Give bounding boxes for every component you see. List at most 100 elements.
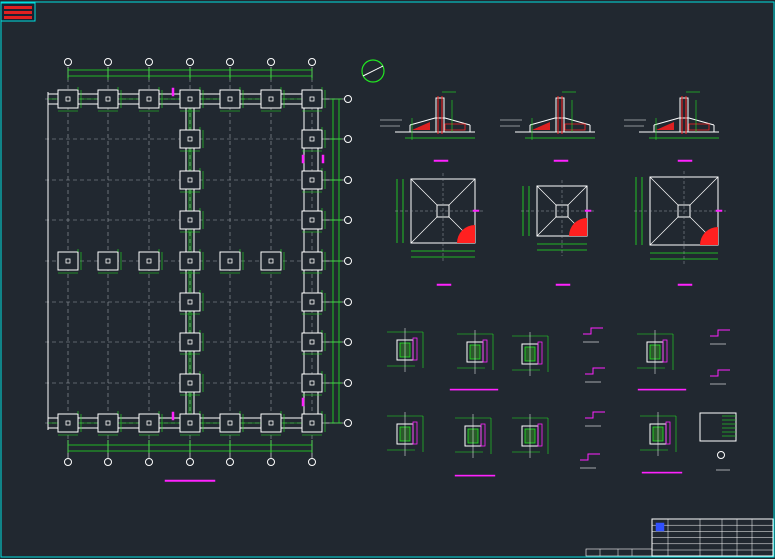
column-details <box>387 327 737 477</box>
bent-bar-detail <box>585 411 605 419</box>
title-block-logo <box>655 522 665 532</box>
axis-bubble <box>344 419 352 427</box>
detail-rebar <box>412 337 418 361</box>
footing <box>57 413 79 433</box>
footing <box>57 89 79 109</box>
footing <box>260 89 282 109</box>
detail-rebar <box>480 423 486 447</box>
label-mark <box>301 154 305 164</box>
axis-bubble <box>64 458 72 466</box>
axis-bubble <box>186 458 194 466</box>
axis-bubble <box>344 95 352 103</box>
drawing-border <box>0 1 775 558</box>
axis-bubble <box>344 379 352 387</box>
footing <box>301 129 323 149</box>
footing <box>179 129 201 149</box>
detail-rebar <box>482 339 488 363</box>
section-title-mark <box>553 159 569 162</box>
section-hatch <box>444 123 466 131</box>
footing <box>97 89 119 109</box>
detail-rebar <box>537 423 543 447</box>
bent-bar-detail <box>710 329 730 337</box>
axis-bubble <box>344 135 352 143</box>
pit-detail-outline <box>699 412 737 442</box>
footing <box>179 251 201 271</box>
footing <box>179 332 201 352</box>
footing <box>260 251 282 271</box>
title-block <box>585 518 774 557</box>
footing-plan-title-mark <box>436 283 452 286</box>
label-mark <box>171 87 175 97</box>
footing <box>138 89 160 109</box>
footing <box>97 413 119 433</box>
axis-bubble <box>308 458 316 466</box>
footing <box>219 89 241 109</box>
footing <box>260 413 282 433</box>
axis-bubble <box>344 216 352 224</box>
foundation-plan <box>45 58 352 482</box>
axis-bubble <box>344 338 352 346</box>
section-column <box>435 97 445 133</box>
toolbar-menu-icon[interactable] <box>0 2 36 22</box>
detail-rebar <box>537 341 543 365</box>
footing <box>138 251 160 271</box>
detail-rebar <box>665 421 671 445</box>
axis-bubble <box>344 176 352 184</box>
footing <box>301 170 323 190</box>
axis-bubble <box>308 58 316 66</box>
axis-bubble <box>145 58 153 66</box>
footing <box>179 373 201 393</box>
footing <box>301 413 323 433</box>
section-column <box>555 97 565 133</box>
pit-detail-bubble <box>717 451 725 459</box>
footing-plan-label <box>584 209 592 212</box>
axis-bubble <box>267 58 275 66</box>
detail-title-line <box>641 471 683 474</box>
section-title-mark <box>677 159 693 162</box>
detail-title-line <box>454 474 496 477</box>
footing <box>179 170 201 190</box>
footing <box>219 413 241 433</box>
label-mark <box>171 411 175 421</box>
footing <box>179 413 201 433</box>
cad-drawing-canvas[interactable] <box>0 0 775 559</box>
footing <box>179 89 201 109</box>
footing <box>138 413 160 433</box>
bent-bar-detail <box>583 327 603 335</box>
footing-plans <box>395 171 726 286</box>
axis-bubble <box>344 257 352 265</box>
label-mark <box>321 154 325 164</box>
axis-bubble <box>344 298 352 306</box>
detail-rebar <box>662 339 668 363</box>
footing <box>97 251 119 271</box>
footing <box>301 373 323 393</box>
axis-bubble <box>64 58 72 66</box>
section-hatch <box>564 123 586 131</box>
detail-rebar <box>412 421 418 445</box>
footing <box>57 251 79 271</box>
detail-title-line <box>637 388 687 391</box>
axis-bubble <box>104 458 112 466</box>
detail-title-line <box>449 388 499 391</box>
axis-bubble <box>226 58 234 66</box>
footing <box>301 210 323 230</box>
label-mark <box>301 397 305 407</box>
footing <box>179 292 201 312</box>
footing-plan-title-mark <box>677 283 693 286</box>
footing-sections <box>380 91 719 162</box>
footing-plan-title-mark <box>555 283 571 286</box>
section-hatch <box>688 123 710 131</box>
axis-bubble <box>226 458 234 466</box>
footing <box>301 89 323 109</box>
title-block-sheet-strip <box>585 548 653 557</box>
footing-plan-label <box>472 209 480 212</box>
footing-plan-label <box>715 209 723 212</box>
footing <box>179 210 201 230</box>
axis-bubble <box>267 458 275 466</box>
plan-title-underline <box>164 479 216 482</box>
footing <box>301 251 323 271</box>
north-arrow-icon <box>361 59 385 83</box>
footing <box>301 332 323 352</box>
footing <box>301 292 323 312</box>
axis-bubble <box>186 58 194 66</box>
